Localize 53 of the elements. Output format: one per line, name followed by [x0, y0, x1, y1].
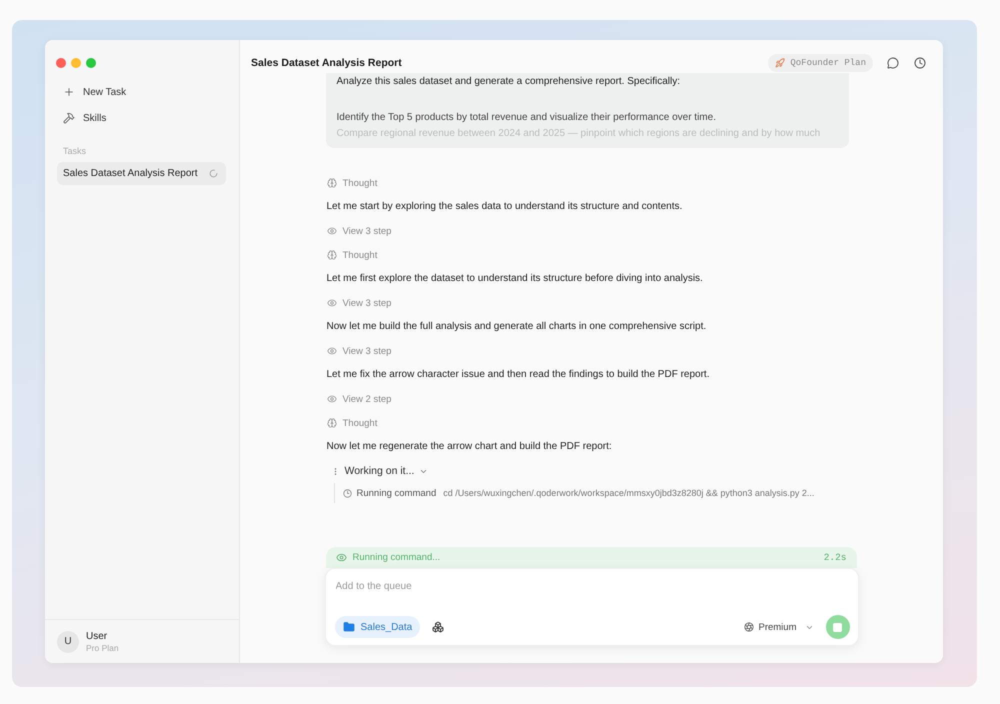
stop-button[interactable]	[826, 615, 850, 639]
plan-badge[interactable]: QoFounder Plan	[768, 54, 873, 72]
queue-input[interactable]: Add to the queue	[334, 577, 850, 595]
message-icon[interactable]	[887, 57, 899, 69]
stop-icon	[833, 622, 842, 632]
plus-icon	[63, 86, 75, 98]
view-steps-button[interactable]: View 3 step	[326, 291, 392, 315]
view-steps-button[interactable]: View 2 step	[326, 387, 392, 411]
prompt-text: Identify the Top 5 products by total revenue and visualize their performance over time.	[336, 111, 717, 125]
eye-icon	[336, 552, 346, 563]
boxes-icon[interactable]	[432, 621, 444, 633]
eye-icon	[326, 346, 336, 356]
status-text: Running command...	[352, 552, 440, 563]
eye-icon	[326, 394, 336, 404]
view-steps-button[interactable]: View 3 step	[326, 339, 392, 363]
brain-icon	[326, 250, 336, 260]
hammer-icon	[63, 112, 75, 124]
clock-icon[interactable]	[914, 57, 926, 69]
rocket-icon	[775, 58, 786, 68]
nav-item[interactable]: Skills	[45, 105, 239, 131]
window-zoom-icon[interactable]	[86, 58, 96, 68]
clock-icon	[342, 488, 352, 498]
working-toggle[interactable]: Working on it...	[326, 459, 428, 483]
user-name: User	[86, 630, 108, 642]
user-plan: Pro Plan	[86, 642, 119, 652]
prompt-text: Analyze this sales dataset and generate a comprehensive report. Specifically:	[336, 75, 682, 89]
thought-toggle[interactable]: Thought	[326, 243, 378, 267]
thought-toggle[interactable]: Thought	[326, 411, 378, 435]
nav-item[interactable]: New Task	[45, 79, 239, 105]
folder-chip[interactable]: Sales_Data	[334, 616, 420, 638]
task-item[interactable]: Sales Dataset Analysis Report	[57, 162, 226, 185]
thought-toggle[interactable]: Thought	[326, 171, 378, 195]
eye-icon	[326, 298, 336, 308]
assistant-message: Let me start by exploring the sales data to understand its structure and contents.	[326, 200, 684, 214]
assistant-message: Let me first explore the dataset to understand its structure before diving into analysis.	[326, 272, 704, 286]
command-status: Running command	[356, 488, 436, 498]
aperture-icon	[744, 622, 754, 632]
elapsed-time: 2.2s	[824, 552, 846, 563]
model-selector[interactable]: Premium	[744, 622, 814, 632]
assistant-message: Now let me build the full analysis and generate all charts in one comprehensive script.	[326, 320, 708, 334]
command-text: cd /Users/wuxingchen/.qoderwork/workspace/mmsxy0jbd3z8280j && python3 analysis.py 2...	[443, 488, 814, 498]
assistant-message: Let me fix the arrow character issue and then read the findings to build the PDF report.	[326, 368, 710, 382]
eye-icon	[326, 226, 336, 236]
page-title: Sales Dataset Analysis Report	[251, 56, 402, 70]
brain-icon	[326, 418, 336, 428]
window-close-icon[interactable]	[56, 58, 66, 68]
section-label: Tasks	[62, 145, 88, 158]
window-minimize-icon[interactable]	[71, 58, 81, 68]
folder-icon	[342, 621, 354, 633]
assistant-message: Now let me regenerate the arrow chart and build the PDF report:	[326, 440, 613, 454]
brain-icon	[326, 178, 336, 188]
user-avatar[interactable]: U	[57, 630, 79, 652]
view-steps-button[interactable]: View 3 step	[326, 219, 392, 243]
